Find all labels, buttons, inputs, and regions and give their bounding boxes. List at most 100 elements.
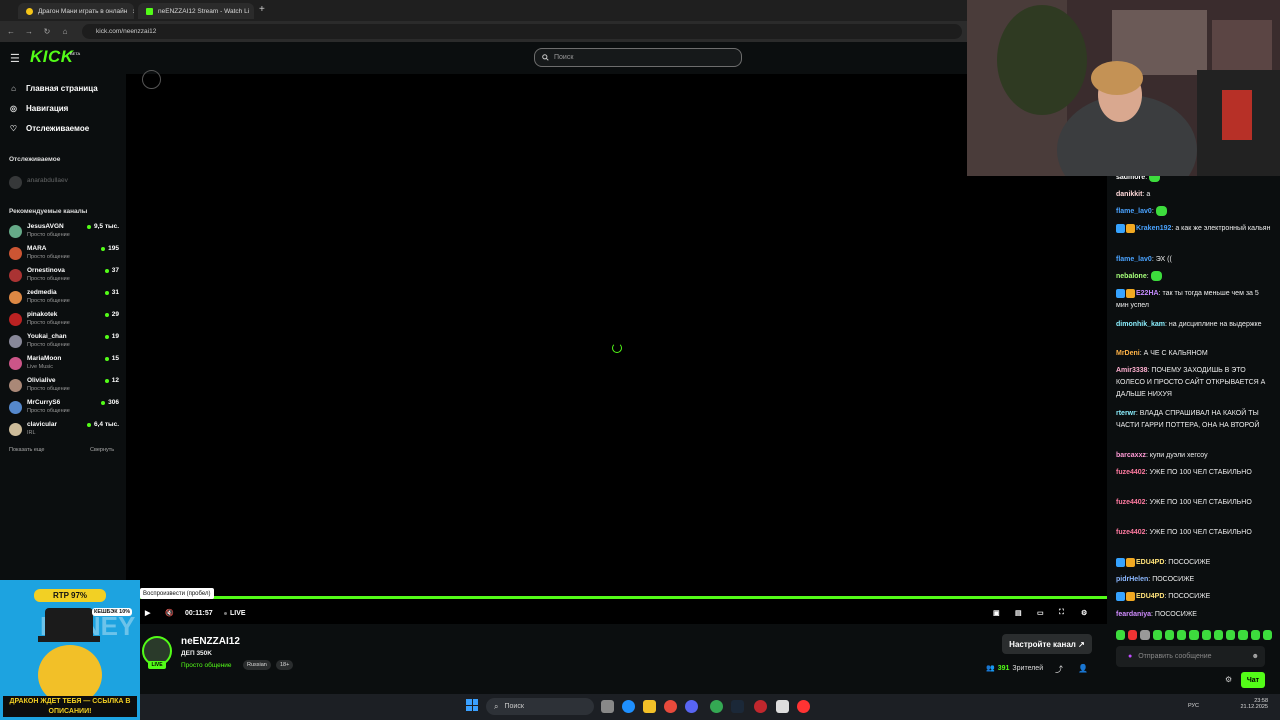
follow-user-icon[interactable]: 👤 bbox=[1078, 664, 1088, 673]
yandex-icon[interactable] bbox=[797, 700, 810, 713]
recommended-channel[interactable]: MARA Просто общение 195 bbox=[9, 245, 119, 265]
chat-message: Amir3338: ПОЧЕМУ ЗАХОДИШЬ В ЭТО КОЛЕСО И… bbox=[1116, 365, 1272, 401]
start-menu-icon[interactable] bbox=[466, 699, 478, 711]
recommended-channel[interactable]: JesusAVGN Просто общение 9,5 тыс. bbox=[9, 223, 119, 243]
chat-input[interactable]: ● Отправить сообщение ☻ bbox=[1116, 646, 1265, 667]
nav-home[interactable]: ⌂ Главная страница bbox=[9, 84, 98, 93]
following-channel[interactable]: anarabdullaev bbox=[9, 174, 119, 194]
chat-username[interactable]: Amir3338 bbox=[1116, 367, 1148, 374]
discord-icon[interactable] bbox=[685, 700, 698, 713]
recommended-channel[interactable]: Olivialive Просто общение 12 bbox=[9, 377, 119, 397]
chat-username[interactable]: flame_lav0 bbox=[1116, 256, 1152, 263]
time-display: 00:11:57 bbox=[185, 609, 213, 617]
chat-username[interactable]: fuze4402 bbox=[1116, 529, 1146, 536]
webcam-image bbox=[967, 0, 1280, 176]
live-dot-icon bbox=[87, 224, 91, 229]
chat-username[interactable]: barcaxxz bbox=[1116, 452, 1146, 459]
mute-icon[interactable]: 🔇 bbox=[165, 607, 174, 619]
stream-category[interactable]: Просто общение bbox=[181, 662, 232, 669]
clock[interactable]: 23:58 21.12.2025 bbox=[1236, 698, 1268, 710]
recommended-channel[interactable]: pinakotek Просто общение 29 bbox=[9, 311, 119, 331]
language-indicator[interactable]: РУС bbox=[1188, 703, 1199, 709]
chat-username[interactable]: MrDeni bbox=[1116, 350, 1140, 357]
progress-bar[interactable] bbox=[140, 596, 1107, 599]
home-icon[interactable]: ⌂ bbox=[59, 25, 71, 37]
clip-icon[interactable]: ▭ bbox=[1037, 607, 1044, 619]
edge-icon[interactable] bbox=[622, 700, 635, 713]
viewer-count: 37 bbox=[111, 267, 119, 274]
channel-name: Ornestinova bbox=[27, 267, 65, 274]
tag-age[interactable]: 18+ bbox=[276, 660, 294, 670]
new-tab-icon[interactable]: + bbox=[259, 4, 265, 15]
theater-mode-icon[interactable]: ▤ bbox=[1015, 607, 1022, 619]
chat-username[interactable]: fuze4402 bbox=[1116, 499, 1146, 506]
kick-logo[interactable]: KICK bbox=[30, 47, 74, 67]
chat-username[interactable]: feardaniya bbox=[1116, 611, 1151, 618]
channel-category: Просто общение bbox=[27, 320, 70, 326]
advertisement-banner[interactable]: MONEY RTP 97% КЕШБЭК 10% ДРАКОН ЖДЕТ ТЕБ… bbox=[0, 580, 140, 720]
show-more-link[interactable]: Показать еще bbox=[9, 447, 45, 453]
chat-username[interactable]: E22HA bbox=[1136, 290, 1159, 297]
channel-category: IRL bbox=[27, 430, 36, 436]
recommended-channel[interactable]: Youkai_chan Просто общение 19 bbox=[9, 333, 119, 353]
taskbar-search-label: Поиск bbox=[504, 703, 524, 710]
reload-icon[interactable]: ↻ bbox=[41, 25, 53, 37]
recommended-channel[interactable]: MrCurryS6 Просто общение 306 bbox=[9, 399, 119, 419]
emoji-icon[interactable]: ☻ bbox=[1252, 653, 1259, 660]
configure-channel-button[interactable]: Настройте канал ↗ bbox=[1002, 634, 1092, 654]
steam-icon[interactable] bbox=[731, 700, 744, 713]
close-tab-icon[interactable]: × bbox=[132, 7, 134, 16]
collapse-link[interactable]: Свернуть bbox=[90, 447, 114, 453]
explorer-icon[interactable] bbox=[643, 700, 656, 713]
chat-username[interactable]: EDU4PD bbox=[1136, 559, 1164, 566]
settings-gear-icon[interactable]: ⚙ bbox=[1081, 607, 1087, 619]
channel-category: Live Music bbox=[27, 364, 53, 370]
chat-username[interactable]: rterwr bbox=[1116, 410, 1136, 417]
avatar bbox=[9, 225, 22, 238]
subscriber-badge-icon bbox=[1116, 557, 1125, 567]
chat-message: EDU4PD: ПОСОСИЖЕ bbox=[1116, 557, 1272, 569]
chat-username[interactable]: fuze4402 bbox=[1116, 469, 1146, 476]
browser-tab-active[interactable]: neENZZAI12 Stream - Watch Li × bbox=[138, 3, 254, 19]
chat-settings-icon[interactable]: ⚙ bbox=[1225, 675, 1232, 684]
chat-username[interactable]: pidrHelen bbox=[1116, 576, 1148, 583]
url-field[interactable]: kick.com/neenzzai12 bbox=[82, 24, 962, 39]
hamburger-menu-icon[interactable]: ☰ bbox=[10, 52, 20, 65]
x-app-icon[interactable] bbox=[776, 700, 789, 713]
emote-bar[interactable] bbox=[1116, 630, 1273, 642]
recommended-channel[interactable]: clavicular IRL 6,4 тыс. bbox=[9, 421, 119, 441]
browser-tab[interactable]: Драгон Мани играть в онлайн × bbox=[18, 3, 134, 19]
fullscreen-icon[interactable]: ⛶ bbox=[1059, 607, 1064, 619]
chat-username[interactable]: Kraken192 bbox=[1136, 225, 1171, 232]
chat-username[interactable]: dimonhik_kam bbox=[1116, 321, 1165, 328]
recommended-channel[interactable]: zedmedia Просто общение 31 bbox=[9, 289, 119, 309]
nav-browse[interactable]: ◎ Навигация bbox=[9, 104, 68, 113]
forward-icon[interactable]: → bbox=[23, 25, 35, 37]
chat-send-button[interactable]: Чат bbox=[1241, 672, 1265, 688]
recommended-channel[interactable]: Ornestinova Просто общение 37 bbox=[9, 267, 119, 287]
loading-spinner-icon bbox=[612, 343, 622, 353]
app-icon[interactable] bbox=[754, 700, 767, 713]
channel-name: Olivialive bbox=[27, 377, 56, 384]
taskbar-search[interactable]: ⌕ Поиск bbox=[486, 698, 594, 715]
chat-message: E22HA: так ты тогда меньше чем за 5 мин … bbox=[1116, 288, 1272, 312]
back-icon[interactable]: ← bbox=[5, 25, 17, 37]
streamer-name[interactable]: neENZZAI12 bbox=[181, 636, 240, 647]
play-button[interactable]: ▶ bbox=[145, 607, 150, 619]
channel-viewers: 9,5 тыс. bbox=[87, 223, 119, 230]
tag-language[interactable]: Russian bbox=[243, 660, 271, 670]
chat-username[interactable]: danikkit bbox=[1116, 191, 1142, 198]
chat-username[interactable]: EDU4PD bbox=[1136, 593, 1164, 600]
chat-username[interactable]: flame_lav0 bbox=[1116, 208, 1152, 215]
search-input[interactable]: Поиск bbox=[534, 48, 742, 67]
chat-username[interactable]: nebalone bbox=[1116, 273, 1147, 280]
clock-date: 21.12.2025 bbox=[1240, 704, 1268, 710]
search-icon: ⌕ bbox=[494, 701, 499, 711]
share-icon[interactable]: ⤴ bbox=[1055, 664, 1063, 675]
recommended-channel[interactable]: MariaMoon Live Music 15 bbox=[9, 355, 119, 375]
nav-following[interactable]: ♡ Отслеживаемое bbox=[9, 124, 89, 133]
opera-icon[interactable] bbox=[664, 700, 677, 713]
task-view-icon[interactable] bbox=[601, 700, 614, 713]
miniplayer-icon[interactable]: ▣ bbox=[993, 607, 1000, 619]
chrome-icon[interactable] bbox=[710, 700, 723, 713]
